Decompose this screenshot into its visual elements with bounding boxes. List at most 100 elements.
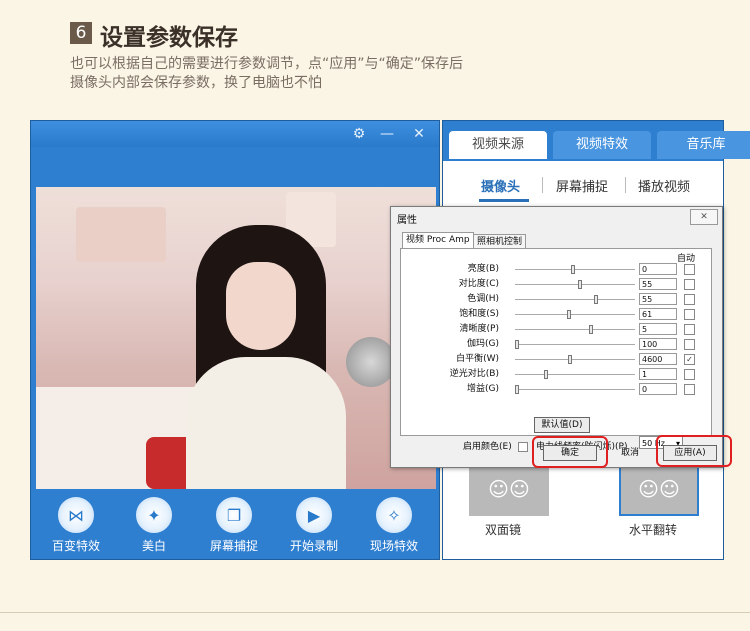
property-auto-checkbox[interactable]: ✓ — [684, 354, 695, 365]
close-icon[interactable]: ✕ — [409, 124, 429, 144]
property-slider-thumb[interactable] — [571, 265, 575, 274]
dialog-title: 属性 — [397, 215, 417, 226]
tab-video-effects[interactable]: 视频特效 — [553, 131, 651, 159]
property-value-field[interactable]: 61 — [639, 308, 677, 320]
property-row: 逆光对比(B) 1 — [401, 367, 711, 382]
property-label: 伽玛(G) — [467, 339, 499, 349]
property-value-field[interactable]: 100 — [639, 338, 677, 350]
subtab-play-video[interactable]: 播放视频 — [638, 176, 690, 195]
tool-whitening-button[interactable]: ✦ 美白 — [119, 497, 189, 554]
subtab-divider — [542, 177, 543, 193]
property-row: 亮度(B) 0 — [401, 262, 711, 277]
effect-flip-thumb[interactable]: ☺☺ — [619, 461, 699, 516]
tab-music-library[interactable]: 音乐库 — [657, 131, 750, 159]
properties-dialog: 属性 ✕ 视频 Proc Amp 照相机控制 自动 亮度(B) 0 对比度(C) 55… — [390, 206, 723, 468]
property-slider-track[interactable] — [515, 359, 635, 360]
flip-face-icon: ☺☺ — [638, 476, 680, 501]
property-label: 清晰度(P) — [459, 324, 499, 334]
property-row: 伽玛(G) 100 — [401, 337, 711, 352]
subtab-divider — [625, 177, 626, 193]
property-row: 白平衡(W) 4600 ✓ — [401, 352, 711, 367]
property-label: 饱和度(S) — [459, 309, 499, 319]
property-slider-thumb[interactable] — [515, 340, 519, 349]
property-auto-checkbox[interactable] — [684, 309, 695, 320]
tool-label: 百变特效 — [51, 539, 100, 553]
bottom-divider — [0, 612, 750, 613]
active-subtab-underline — [479, 199, 529, 202]
minimize-icon[interactable]: — — [377, 124, 397, 144]
property-slider-thumb[interactable] — [578, 280, 582, 289]
microphone — [346, 337, 396, 387]
bow-icon: ⋈ — [58, 497, 94, 533]
property-auto-checkbox[interactable] — [684, 279, 695, 290]
property-label: 色调(H) — [467, 294, 499, 304]
gear-icon[interactable]: ⚙ — [349, 124, 369, 144]
property-value-field[interactable]: 1 — [639, 368, 677, 380]
property-label: 对比度(C) — [458, 279, 499, 289]
property-value-field[interactable]: 0 — [639, 383, 677, 395]
property-row: 增益(G) 0 — [401, 382, 711, 397]
property-value-field[interactable]: 55 — [639, 293, 677, 305]
property-row: 色调(H) 55 — [401, 292, 711, 307]
property-slider-track[interactable] — [515, 329, 635, 330]
property-slider-thumb[interactable] — [568, 355, 572, 364]
apply-highlight — [656, 435, 732, 467]
tool-label: 开始录制 — [289, 539, 338, 553]
property-slider-thumb[interactable] — [515, 385, 519, 394]
subtab-camera[interactable]: 摄像头 — [481, 176, 520, 195]
magic-wand-icon: ✧ — [376, 497, 412, 533]
property-row: 清晰度(P) 5 — [401, 322, 711, 337]
effect-label: 水平翻转 — [629, 523, 678, 537]
tab-video-source[interactable]: 视频来源 — [449, 131, 547, 159]
property-row: 饱和度(S) 61 — [401, 307, 711, 322]
property-slider-track[interactable] — [515, 269, 635, 270]
camera-titlebar: ⚙ — ✕ — [31, 121, 439, 147]
property-auto-checkbox[interactable] — [684, 384, 695, 395]
source-tabbar: 视频来源 视频特效 音乐库 — [443, 121, 750, 161]
property-value-field[interactable]: 55 — [639, 278, 677, 290]
property-value-field[interactable]: 5 — [639, 323, 677, 335]
effect-mirror-thumb[interactable]: ☺☺ — [469, 461, 549, 516]
property-slider-track[interactable] — [515, 389, 635, 390]
property-auto-checkbox[interactable] — [684, 339, 695, 350]
tool-record-button[interactable]: ▶ 开始录制 — [279, 497, 349, 554]
screen-capture-icon: ❐ — [216, 497, 252, 533]
property-slider-track[interactable] — [515, 284, 635, 285]
camera-window: ⚙ — ✕ ⋈ 百变特效 ✦ 美白 ❐ 屏幕捕捉 ▶ 开始录制 ✧ 现场特效 — [30, 120, 440, 560]
property-slider-thumb[interactable] — [567, 310, 571, 319]
enable-color-checkbox[interactable] — [517, 441, 528, 452]
tool-label: 现场特效 — [369, 539, 418, 553]
property-auto-checkbox[interactable] — [684, 294, 695, 305]
tab-camera-control[interactable]: 照相机控制 — [473, 234, 527, 249]
default-button[interactable]: 默认值(D) — [534, 417, 590, 433]
tool-effects-button[interactable]: ⋈ 百变特效 — [41, 497, 111, 554]
page-title: 设置参数保存 — [100, 25, 238, 51]
enable-color-label: 启用颜色(E) — [463, 439, 528, 452]
property-label: 增益(G) — [467, 384, 499, 394]
property-slider-thumb[interactable] — [589, 325, 593, 334]
cancel-button[interactable]: 取消 — [603, 445, 657, 461]
subtab-screen-capture[interactable]: 屏幕捕捉 — [556, 176, 608, 195]
tool-live-effects-button[interactable]: ✧ 现场特效 — [359, 497, 429, 554]
property-slider-thumb[interactable] — [594, 295, 598, 304]
property-label: 白平衡(W) — [456, 354, 499, 364]
property-slider-track[interactable] — [515, 344, 635, 345]
close-icon[interactable]: ✕ — [690, 209, 718, 225]
property-slider-track[interactable] — [515, 299, 635, 300]
property-auto-checkbox[interactable] — [684, 324, 695, 335]
tool-screen-capture-button[interactable]: ❐ 屏幕捕捉 — [199, 497, 269, 554]
property-label: 亮度(B) — [467, 264, 499, 274]
tool-label: 美白 — [141, 539, 166, 553]
property-auto-checkbox[interactable] — [684, 264, 695, 275]
property-slider-track[interactable] — [515, 374, 635, 375]
property-slider-track[interactable] — [515, 314, 635, 315]
property-slider-thumb[interactable] — [544, 370, 548, 379]
property-label: 逆光对比(B) — [449, 369, 499, 379]
property-value-field[interactable]: 0 — [639, 263, 677, 275]
proc-amp-panel: 自动 亮度(B) 0 对比度(C) 55 色调(H) 55 饱和度(S) 61 清晰度(P) 5 伽… — [400, 248, 712, 452]
property-auto-checkbox[interactable] — [684, 369, 695, 380]
mirror-face-icon: ☺☺ — [488, 476, 530, 501]
tab-proc-amp[interactable]: 视频 Proc Amp — [402, 232, 474, 249]
property-row: 对比度(C) 55 — [401, 277, 711, 292]
property-value-field[interactable]: 4600 — [639, 353, 677, 365]
